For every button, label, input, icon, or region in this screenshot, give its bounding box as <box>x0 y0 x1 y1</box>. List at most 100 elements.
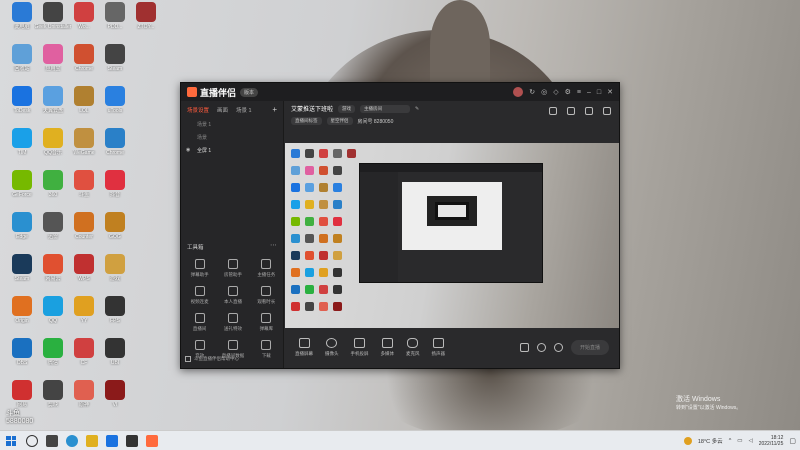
control-bar: 直播屏幕 摄像头 手机投屏 多媒体 麦克风 扬声器 开始直播 <box>285 326 619 368</box>
category-pill[interactable]: 游戏 <box>338 104 356 113</box>
desktop-icon[interactable]: 游戏 <box>97 254 133 294</box>
camera-button[interactable]: 摄像头 <box>325 337 339 357</box>
scene-item[interactable]: ◉ 全屏 1 <box>181 144 283 157</box>
record-icon[interactable] <box>519 342 529 352</box>
livestream-app-icon[interactable] <box>146 434 158 447</box>
tab-scene-settings[interactable]: 场景设置 <box>187 106 209 114</box>
stream-preview[interactable] <box>285 143 619 328</box>
desktop-icon[interactable]: ZTOY... <box>128 2 164 42</box>
volume-icon[interactable]: ◁ <box>748 438 752 444</box>
preview-icon <box>291 217 300 226</box>
minimize-icon[interactable]: – <box>587 89 591 96</box>
app-icon <box>105 212 125 232</box>
companion-pill[interactable]: 星空伴侣 <box>326 117 353 125</box>
edge-icon[interactable] <box>66 434 78 447</box>
lock-icon[interactable] <box>567 107 575 115</box>
desktop-icon-label: 抖音 <box>109 192 120 198</box>
tool-item[interactable]: 下载 <box>250 340 283 359</box>
search-icon[interactable] <box>26 434 38 447</box>
weather-text[interactable]: 18°C 多云 <box>698 437 723 445</box>
desktop-icon[interactable]: 抖音 <box>97 170 133 210</box>
app-icon <box>105 380 125 400</box>
chevron-up-icon[interactable]: ^ <box>729 438 732 444</box>
tab-picture[interactable]: 画面 <box>217 106 228 114</box>
desktop-icon[interactable]: UBI <box>97 338 133 378</box>
desktop-icon[interactable]: Chrome <box>97 128 133 168</box>
eye-icon[interactable] <box>536 342 546 352</box>
app-pinned-icon[interactable] <box>126 434 138 447</box>
multimedia-button[interactable]: 多媒体 <box>381 337 394 357</box>
tool-item[interactable]: 房管助手 <box>216 259 249 278</box>
preview-icon <box>333 149 342 158</box>
room-title[interactable]: 艾蒙推送下班啦 <box>291 104 333 113</box>
share-icon[interactable]: ◇ <box>553 88 558 96</box>
preview-icon <box>319 268 328 277</box>
system-tray: 18°C 多云 ^ ▭ ◁ 18:12 2022/11/25 ▢ <box>683 435 796 447</box>
tool-item[interactable]: 直播间 <box>183 313 216 332</box>
close-icon[interactable]: ✕ <box>607 88 613 96</box>
maximize-icon[interactable]: □ <box>597 89 601 96</box>
desktop-icon[interactable]: uTools <box>97 86 133 126</box>
desktop-icon[interactable]: FPS <box>97 296 133 336</box>
help-link[interactable]: 斗鱼直播伴侣帮助中心 <box>185 356 239 362</box>
preview-icon <box>291 200 300 209</box>
network-icon[interactable]: ▭ <box>737 438 742 444</box>
room-name-pill[interactable]: 主播房间 <box>360 104 411 113</box>
tag-pill[interactable]: 直播间标签 <box>291 117 322 125</box>
app-icon <box>43 296 63 316</box>
tool-item[interactable]: 本人直播 <box>216 286 249 305</box>
tool-label: 弹幕助手 <box>190 272 209 277</box>
tool-label: 本人直播 <box>223 299 242 304</box>
app-icon <box>43 254 63 274</box>
scene-item[interactable]: 场景 <box>181 131 283 144</box>
app-icon <box>74 86 94 106</box>
speaker-button[interactable]: 扬声器 <box>432 337 445 357</box>
phone-cast-button[interactable]: 手机投屏 <box>351 337 369 357</box>
clock[interactable]: 18:12 2022/11/25 <box>759 435 784 447</box>
microphone-button[interactable]: 麦克风 <box>406 337 420 357</box>
gear-icon[interactable] <box>553 342 563 352</box>
preview-icon <box>291 166 300 175</box>
logo-icon <box>187 87 197 97</box>
preview-icon <box>305 217 314 226</box>
desktop-icon[interactable]: GOG <box>97 212 133 252</box>
tool-item[interactable]: 弹幕库 <box>250 313 283 332</box>
store-icon[interactable] <box>106 434 118 447</box>
task-view-icon[interactable] <box>46 434 58 447</box>
tool-item[interactable]: 弹幕助手 <box>183 259 216 278</box>
add-scene-icon[interactable]: + <box>272 105 277 114</box>
start-button[interactable] <box>4 434 18 448</box>
eye-icon[interactable]: ◉ <box>186 147 190 153</box>
tool-icon <box>261 340 272 350</box>
desktop-icon[interactable]: Steam <box>97 44 133 84</box>
user-avatar[interactable] <box>513 87 524 97</box>
watermark-line1: 斗鱼 <box>6 410 20 417</box>
refresh-icon[interactable]: ↻ <box>529 88 535 96</box>
menu-icon[interactable]: ≡ <box>577 89 581 96</box>
share-icon[interactable] <box>603 107 611 115</box>
more-icon[interactable]: ⋯ <box>270 241 277 249</box>
tool-item[interactable]: 主播任务 <box>250 259 283 278</box>
preview-icon <box>333 251 342 260</box>
app-icon <box>105 170 125 190</box>
app-icon <box>12 254 32 274</box>
preview-icon <box>333 183 342 192</box>
tool-item[interactable]: 视频连麦 <box>183 286 216 305</box>
version-badge[interactable]: 版本 <box>240 87 259 97</box>
tool-item[interactable]: 送礼特效 <box>216 313 249 332</box>
desktop-icon[interactable]: VI <box>97 380 133 420</box>
screen-capture-button[interactable]: 直播屏幕 <box>295 337 313 357</box>
file-explorer-icon[interactable] <box>86 434 98 447</box>
tab-scene-1[interactable]: 场景 1 <box>236 106 252 114</box>
tool-item[interactable]: 观看时长 <box>250 286 283 305</box>
gift-box-icon[interactable] <box>549 107 557 115</box>
desktop-icon-label: ZTOY... <box>137 24 155 30</box>
start-live-button[interactable]: 开始直播 <box>570 339 609 355</box>
notification-icon[interactable]: ▢ <box>789 437 796 445</box>
scene-item[interactable]: 场景 1 <box>181 118 283 131</box>
settings-icon[interactable]: ⚙ <box>565 88 571 96</box>
app-icon <box>105 86 125 106</box>
bell-icon[interactable] <box>585 107 593 115</box>
edit-icon[interactable]: ✎ <box>415 106 419 112</box>
gift-icon[interactable]: ◎ <box>541 88 547 96</box>
